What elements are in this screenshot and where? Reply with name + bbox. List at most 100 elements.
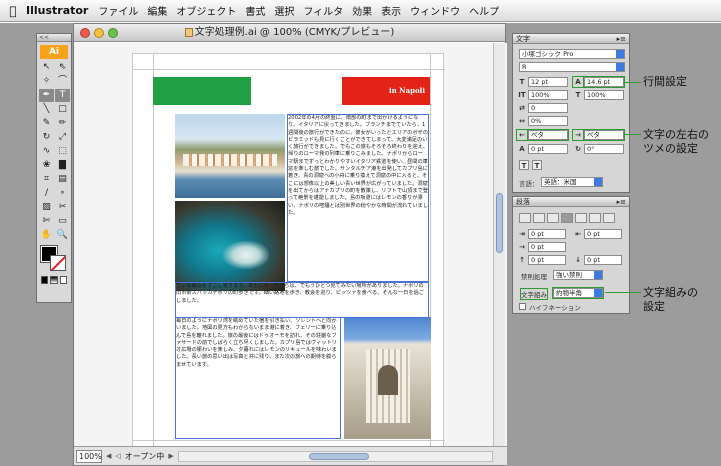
menu-file[interactable]: ファイル <box>98 3 138 18</box>
underline-icon[interactable]: T <box>519 160 529 170</box>
justify-all-icon[interactable] <box>603 213 615 223</box>
close-window-icon[interactable] <box>80 28 90 38</box>
slice-tool-icon[interactable]: ✂ <box>55 201 70 214</box>
pen-tool-icon[interactable]: ✒ <box>39 89 54 102</box>
stroke-swatch[interactable] <box>50 255 66 271</box>
align-center-icon[interactable] <box>533 213 545 223</box>
red-banner[interactable]: in Napoli <box>342 77 430 105</box>
menu-type[interactable]: 書式 <box>245 3 265 18</box>
menu-view[interactable]: 表示 <box>381 3 401 18</box>
menu-help[interactable]: ヘルプ <box>469 3 499 18</box>
magic-wand-tool-icon[interactable]: ✧ <box>39 75 54 88</box>
aki-left-field[interactable]: ベタ <box>527 129 569 141</box>
space-before-field[interactable]: 0 pt <box>528 255 566 265</box>
indent-right-field[interactable]: 0 pt <box>584 229 622 239</box>
hand-tool-icon[interactable]: ✋ <box>39 229 54 242</box>
photo-harbor[interactable] <box>175 114 285 198</box>
font-size-field[interactable]: 12 pt <box>528 77 568 87</box>
gradient-tool-icon[interactable]: ▤ <box>55 173 70 186</box>
zoom-tool-icon[interactable]: 🔍 <box>55 229 70 242</box>
strikethrough-icon[interactable]: T <box>532 160 542 170</box>
canvas[interactable]: in Napoli 2002年の4月の終盤に、南部の町まで出かけるようになり、イ… <box>74 43 507 447</box>
pencil-tool-icon[interactable]: ✏ <box>55 117 70 130</box>
kerning-field[interactable]: 0 <box>528 103 568 113</box>
justify-left-icon[interactable] <box>561 213 573 223</box>
tsume-field[interactable]: 0% <box>528 116 568 126</box>
vertical-scale-field[interactable]: 100% <box>528 90 568 100</box>
justify-right-icon[interactable] <box>589 213 601 223</box>
horizontal-scroll-thumb[interactable] <box>308 452 369 460</box>
photo-cathedral[interactable] <box>344 317 431 439</box>
menu-object[interactable]: オブジェクト <box>176 3 236 18</box>
vertical-scroll-thumb[interactable] <box>496 193 503 253</box>
leading-field[interactable]: 14.6 pt <box>583 76 625 88</box>
type-tool-icon[interactable]: T <box>55 89 70 102</box>
horizontal-scale-field[interactable]: 100% <box>584 90 624 100</box>
align-right-icon[interactable] <box>547 213 559 223</box>
language-dropdown[interactable]: 英語：米国 <box>541 177 603 187</box>
baseline-shift-field[interactable]: 0 pt <box>528 144 568 154</box>
paragraph-panel-tab[interactable]: 段落 <box>516 197 530 206</box>
panel-menu-icon[interactable]: ▸≡ <box>617 197 626 206</box>
rotate-tool-icon[interactable]: ↻ <box>39 131 54 144</box>
menu-window[interactable]: ウィンドウ <box>410 3 460 18</box>
apple-icon[interactable]:  <box>0 4 26 18</box>
none-mode-icon[interactable] <box>59 276 67 284</box>
artboard[interactable]: in Napoli 2002年の4月の終盤に、南部の町まで出かけるようになり、イ… <box>132 53 445 447</box>
status-text[interactable]: オープン中 <box>125 451 165 462</box>
font-family-dropdown[interactable]: 小塚ゴシック Pro <box>519 49 625 59</box>
first-line-indent-field[interactable]: 0 pt <box>528 242 566 252</box>
status-menu-icon[interactable]: ▶ <box>168 452 173 460</box>
space-after-field[interactable]: 0 pt <box>584 255 622 265</box>
font-style-dropdown[interactable]: R <box>519 62 625 72</box>
menu-select[interactable]: 選択 <box>274 3 294 18</box>
zoom-window-icon[interactable] <box>108 28 118 38</box>
aki-right-field[interactable]: ベタ <box>583 129 625 141</box>
horizontal-scrollbar[interactable] <box>177 450 493 462</box>
panel-menu-icon[interactable]: ▸≡ <box>617 34 626 43</box>
menu-effect[interactable]: 効果 <box>352 3 372 18</box>
green-banner[interactable] <box>153 77 251 105</box>
color-mode-icon[interactable] <box>41 276 49 284</box>
warp-tool-icon[interactable]: ∿ <box>39 145 54 158</box>
rectangle-tool-icon[interactable]: □ <box>55 103 70 116</box>
graph-tool-icon[interactable]: ▇ <box>55 159 70 172</box>
tools-panel-titlebar[interactable]: << <box>37 34 71 42</box>
prev-page-icon[interactable]: ◁ <box>115 452 120 460</box>
hyphenation-checkbox[interactable] <box>519 303 526 310</box>
free-transform-tool-icon[interactable]: ⬚ <box>55 145 70 158</box>
vertical-scrollbar[interactable] <box>493 43 505 447</box>
scale-tool-icon[interactable]: ⤢ <box>55 131 70 144</box>
blend-tool-icon[interactable]: ∘ <box>55 187 70 200</box>
text-frame-main[interactable]: 2002年の4月の終盤に、南部の町まで出かけるようになり、イタリアに戻ってきまし… <box>287 114 429 282</box>
align-left-icon[interactable] <box>519 213 531 223</box>
direct-selection-tool-icon[interactable]: ⇖ <box>55 61 70 74</box>
text-frame-middle[interactable]: ている最近をすこし書きます。本土に戻ってからは、でもうひとつ見てみたい場所があり… <box>175 282 429 318</box>
rotation-field[interactable]: 0° <box>584 144 624 154</box>
minimize-window-icon[interactable] <box>94 28 104 38</box>
menu-edit[interactable]: 編集 <box>147 3 167 18</box>
menu-filter[interactable]: フィルタ <box>303 3 343 18</box>
zoom-level-field[interactable]: 100% <box>76 449 102 463</box>
kinsoku-dropdown[interactable]: 強い禁則 <box>553 270 603 280</box>
mesh-tool-icon[interactable]: ⌗ <box>39 173 54 186</box>
gradient-mode-icon[interactable] <box>50 276 58 284</box>
justify-center-icon[interactable] <box>575 213 587 223</box>
lasso-tool-icon[interactable]: ⌒ <box>55 75 70 88</box>
scissors-tool-icon[interactable]: ✄ <box>39 215 54 228</box>
eyedropper-tool-icon[interactable]: ∕ <box>39 187 54 200</box>
character-panel-tab[interactable]: 文字 <box>516 34 530 43</box>
photo-blue-grotto[interactable] <box>175 201 285 291</box>
paragraph-panel-titlebar: 段落 ▸≡ <box>513 197 629 207</box>
app-name[interactable]: Illustrator <box>26 4 88 17</box>
text-frame-bottom[interactable]: 毎日のようにナポリ湾を眺めていた宿を引き払い、ソレントへと向かいました。地図の見… <box>175 317 341 439</box>
line-tool-icon[interactable]: ╲ <box>39 103 54 116</box>
eraser-tool-icon[interactable]: ▭ <box>55 215 70 228</box>
indent-left-field[interactable]: 0 pt <box>528 229 566 239</box>
live-paint-tool-icon[interactable]: ▧ <box>39 201 54 214</box>
mojikumi-dropdown[interactable]: 約物半角 <box>552 287 604 299</box>
paintbrush-tool-icon[interactable]: ✎ <box>39 117 54 130</box>
symbol-sprayer-tool-icon[interactable]: ❀ <box>39 159 54 172</box>
selection-tool-icon[interactable]: ↖ <box>39 61 54 74</box>
first-page-icon[interactable]: ◀ <box>106 452 111 460</box>
